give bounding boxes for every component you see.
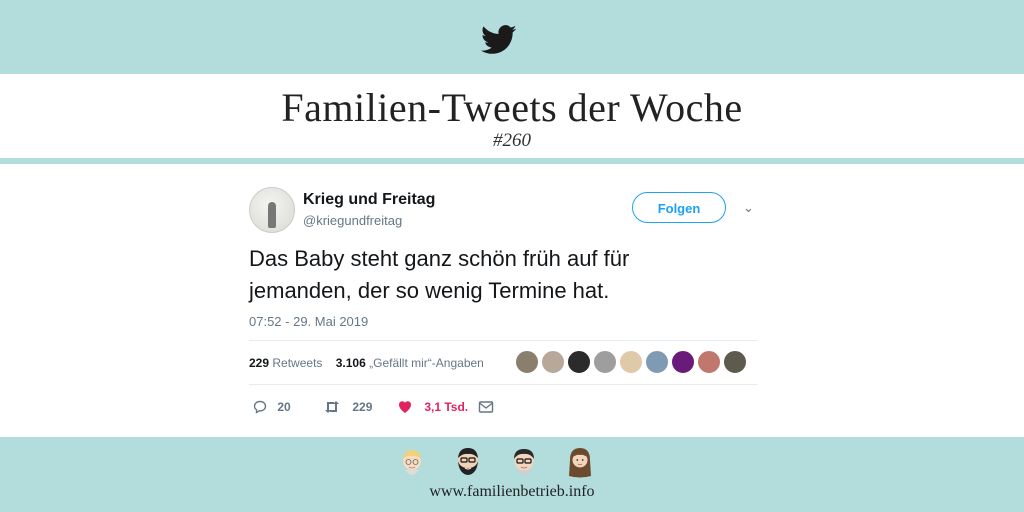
like-count: 3,1 Tsd. <box>424 399 469 414</box>
liker-avatar[interactable] <box>645 350 669 374</box>
top-band <box>0 0 1024 74</box>
bottle-icon <box>268 202 276 228</box>
likes-count[interactable]: 3.106 <box>336 356 366 370</box>
message-button[interactable] <box>478 396 494 416</box>
retweet-button[interactable]: 229 <box>323 396 372 416</box>
liker-avatar[interactable] <box>671 350 695 374</box>
retweets-count[interactable]: 229 <box>249 356 269 370</box>
retweets-label[interactable]: Retweets <box>272 356 322 370</box>
tweet-text: Das Baby steht ganz schön früh auf für j… <box>249 246 630 303</box>
tweet-actions: 20 229 3,1 Tsd. <box>249 396 509 416</box>
blonde-boy-icon <box>403 450 421 475</box>
display-name[interactable]: Krieg und Freitag <box>303 191 435 209</box>
reply-icon <box>253 400 267 414</box>
liker-avatar[interactable] <box>593 350 617 374</box>
avatar[interactable] <box>249 187 295 233</box>
liker-avatar[interactable] <box>723 350 747 374</box>
divider <box>249 384 758 385</box>
issue-number: #260 <box>493 130 531 151</box>
user-handle[interactable]: @kriegundfreitag <box>303 213 402 228</box>
twitter-bird-icon <box>481 25 517 54</box>
liker-avatar[interactable] <box>697 350 721 374</box>
reply-count: 20 <box>277 399 291 414</box>
title-area: Familien-Tweets der Woche #260 <box>0 74 1024 158</box>
retweet-count: 229 <box>352 399 373 414</box>
long-hair-woman-icon <box>569 448 591 478</box>
divider <box>249 340 758 341</box>
chevron-down-icon[interactable]: ⌄ <box>743 201 757 215</box>
liker-avatar[interactable] <box>541 350 565 374</box>
like-button[interactable]: 3,1 Tsd. <box>397 396 468 416</box>
liker-avatar[interactable] <box>567 350 591 374</box>
follow-button[interactable]: Folgen <box>632 192 726 223</box>
retweet-icon <box>325 400 339 413</box>
bearded-man-icon <box>458 448 478 475</box>
liker-avatar[interactable] <box>515 350 539 374</box>
liker-avatar[interactable] <box>619 350 643 374</box>
tweet-stats: 229 Retweets 3.106 „Gefällt mir“-Angaben <box>249 356 484 370</box>
separator-band <box>0 158 1024 164</box>
reply-button[interactable]: 20 <box>252 396 291 416</box>
likes-label[interactable]: „Gefällt mir“-Angaben <box>369 356 484 370</box>
website-url[interactable]: www.familienbetrieb.info <box>0 483 1024 501</box>
timestamp[interactable]: 07:52 - 29. Mai 2019 <box>249 314 368 329</box>
glasses-man-icon <box>514 449 534 475</box>
page-title: Familien-Tweets der Woche <box>281 85 743 130</box>
heart-icon <box>399 401 411 413</box>
envelope-icon <box>478 401 494 413</box>
tweet-card: Krieg und Freitag @kriegundfreitag Folge… <box>240 175 770 430</box>
